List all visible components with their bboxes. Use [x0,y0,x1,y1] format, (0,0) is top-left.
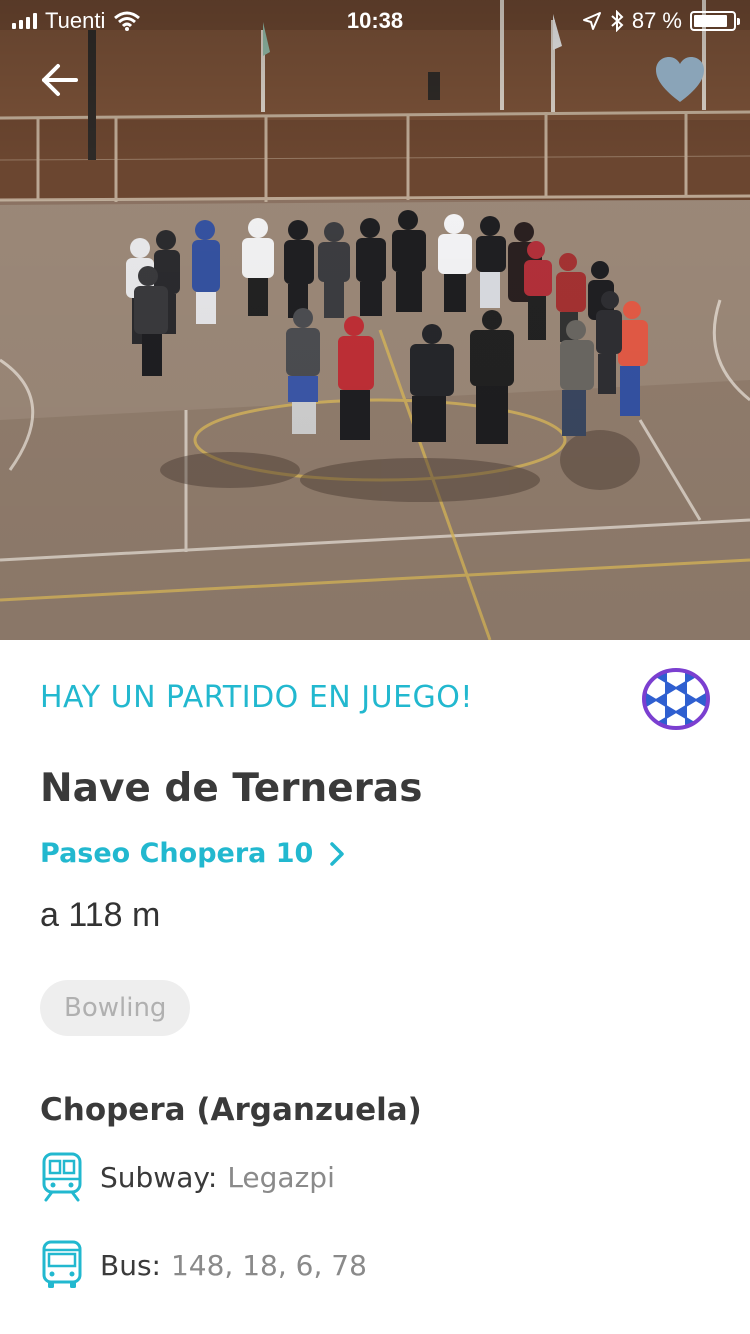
area-title: Chopera (Arganzuela) [40,1092,422,1128]
address-link[interactable]: Paseo Chopera 10 [40,838,345,869]
match-in-progress-banner: HAY UN PARTIDO EN JUEGO! [40,680,473,715]
favorite-button[interactable] [654,56,706,104]
chevron-right-icon [330,841,345,866]
battery-fill [694,15,728,27]
status-bar: Tuenti 10:38 87 % [0,0,750,40]
court-scene-illustration [0,0,750,640]
battery-percent: 87 % [631,8,682,33]
bus-row: Bus: 148, 18, 6, 78 [40,1240,367,1290]
bluetooth-icon [611,10,624,32]
subway-label: Subway: [100,1160,218,1194]
back-button[interactable] [38,58,82,102]
heart-icon [656,57,704,102]
venue-name: Nave de Terneras [40,766,423,811]
subway-value: Legazpi [227,1160,335,1194]
bus-icon [42,1240,82,1288]
category-chip[interactable]: Bowling [40,980,191,1036]
distance-text: a 118 m [40,896,161,934]
train-icon [42,1152,82,1202]
bus-label: Bus: [100,1248,161,1282]
battery-icon [690,11,740,31]
bus-value: 148, 18, 6, 78 [170,1248,367,1282]
arrow-left-icon [42,64,78,96]
location-arrow-icon [582,12,601,30]
subway-row: Subway: Legazpi [40,1152,335,1202]
address-text[interactable]: Paseo Chopera 10 [40,838,313,869]
soccer-ball-icon [642,668,710,730]
venue-photo: Tuenti 10:38 87 % [0,0,750,640]
